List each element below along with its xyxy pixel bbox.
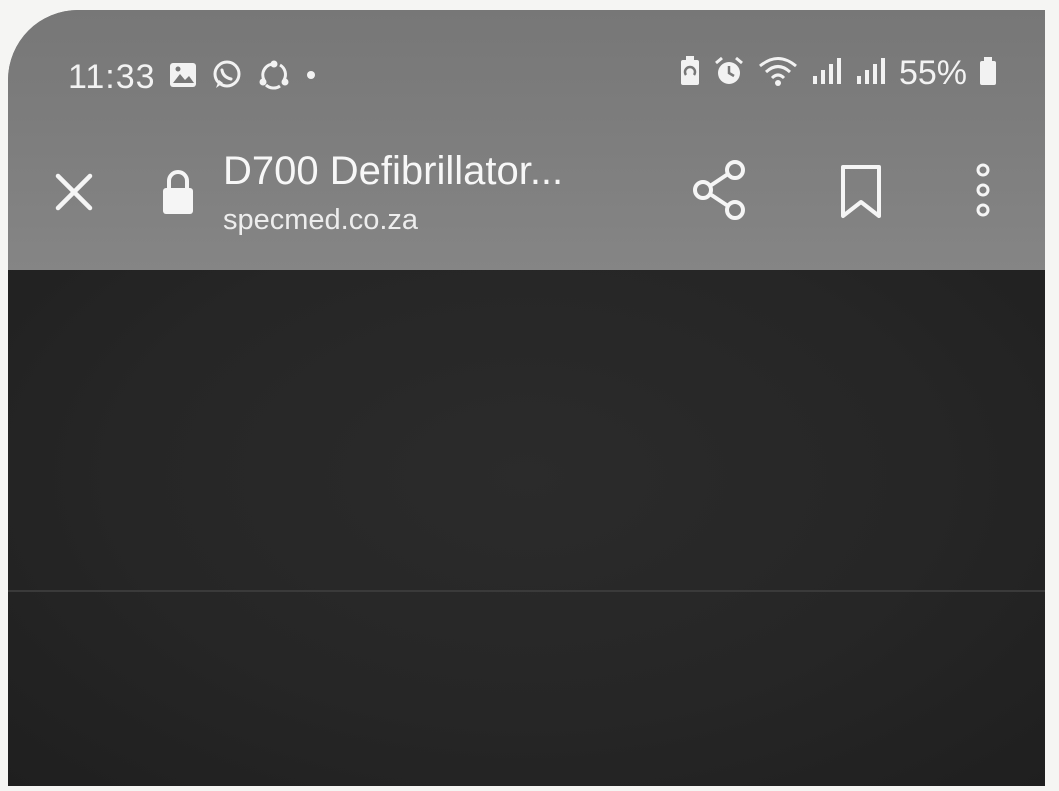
content-divider [8,590,1045,592]
share-button[interactable] [690,158,752,222]
bookmark-icon [841,165,881,218]
lock-icon [158,166,198,218]
page-domain: specmed.co.za [223,204,419,236]
dot-icon [304,68,318,87]
more-vert-icon [976,163,990,217]
status-time: 11:33 [68,58,156,96]
close-icon [55,173,93,211]
wifi-icon [757,55,799,92]
page-title-area[interactable]: D700 Defibrillator... specmed.co.za [223,148,663,240]
photocopy-background: 11:33 55% D700 Defibrillator... specmed.… [0,0,1059,791]
close-button[interactable] [48,166,100,218]
gallery-icon [168,60,198,95]
battery-icon [979,56,997,91]
status-left: 11:33 [68,58,318,97]
alarm-icon [713,55,745,92]
sync-icon [256,58,292,97]
phone-screen: 11:33 55% D700 Defibrillator... specmed.… [8,10,1045,786]
bookmark-button[interactable] [838,164,884,220]
status-right: 55% [679,54,997,93]
share-icon [693,160,745,220]
signal-icon [811,56,843,91]
battery-percentage: 55% [898,54,967,92]
status-bar: 11:33 55% [8,10,1045,128]
page-content[interactable] [8,270,1045,786]
battery-saver-icon [679,55,701,92]
more-options-button[interactable] [968,158,998,222]
page-title: D700 Defibrillator... [223,149,564,193]
whatsapp-icon [210,58,244,97]
browser-toolbar: D700 Defibrillator... specmed.co.za [8,128,1045,270]
signal-icon [855,56,887,91]
